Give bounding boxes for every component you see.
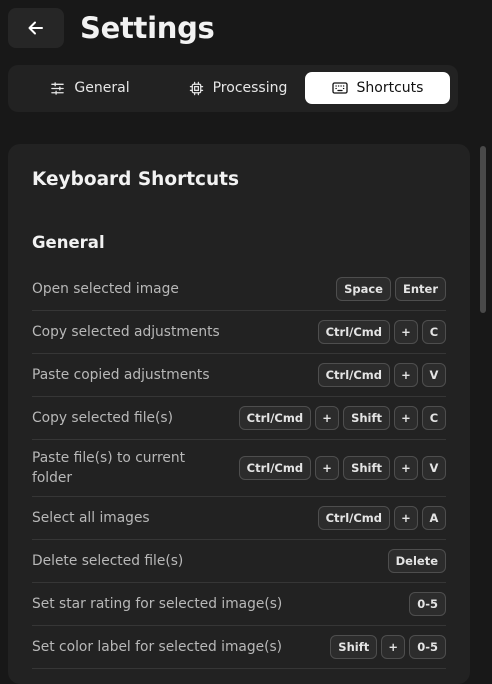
key-badge: C: [422, 406, 446, 430]
sliders-icon: [51, 81, 65, 95]
key-combo: Delete: [387, 549, 446, 573]
key-combo: Shift + 0-5: [330, 635, 446, 659]
shortcut-row: Copy selected file(s) Ctrl/Cmd + Shift +…: [32, 397, 446, 440]
shortcut-row: Open selected image Space Enter: [32, 268, 446, 311]
tab-general-label: General: [74, 80, 130, 96]
key-plus: +: [394, 456, 418, 480]
key-combo: Ctrl/Cmd + Shift + V: [238, 456, 446, 480]
shortcut-row: Paste file(s) to current folder Ctrl/Cmd…: [32, 440, 446, 497]
key-badge: Shift: [343, 406, 390, 430]
shortcut-label: Select all images: [32, 510, 150, 526]
shortcut-label: Copy selected adjustments: [32, 324, 220, 340]
key-combo: 0-5: [409, 592, 446, 616]
shortcut-row: Delete selected file(s) Delete: [32, 540, 446, 583]
shortcut-row: Paste copied adjustments Ctrl/Cmd + V: [32, 354, 446, 397]
keyboard-icon: [331, 82, 348, 94]
key-badge: Ctrl/Cmd: [317, 363, 390, 387]
tab-processing-label: Processing: [212, 80, 288, 96]
scrollbar-thumb[interactable]: [480, 146, 486, 313]
header: Settings: [8, 8, 215, 48]
key-plus: +: [394, 506, 418, 530]
key-plus: +: [381, 635, 406, 659]
key-badge: Delete: [387, 549, 446, 573]
key-badge: Ctrl/Cmd: [238, 456, 312, 480]
key-plus: +: [315, 406, 340, 430]
shortcut-row: Select all images Ctrl/Cmd + A: [32, 497, 446, 540]
cpu-icon: [189, 81, 203, 95]
page-title: Settings: [80, 11, 215, 45]
tab-processing[interactable]: Processing: [165, 72, 311, 104]
key-badge: Enter: [394, 277, 446, 301]
key-combo: Ctrl/Cmd + V: [317, 363, 446, 387]
shortcut-label: Copy selected file(s): [32, 410, 173, 426]
key-combo: Space Enter: [336, 277, 446, 301]
section-title: General: [32, 233, 105, 252]
shortcut-label: Paste copied adjustments: [32, 367, 210, 383]
arrow-left-icon: [28, 21, 43, 35]
tab-shortcuts-label: Shortcuts: [356, 80, 424, 96]
key-badge: V: [422, 456, 446, 480]
settings-tabs: General Processing Shortcuts: [8, 65, 458, 112]
key-plus: +: [394, 406, 418, 430]
key-badge: Shift: [343, 456, 390, 480]
key-combo: Ctrl/Cmd + Shift + C: [238, 406, 446, 430]
key-badge: Ctrl/Cmd: [317, 506, 390, 530]
key-badge: Shift: [330, 635, 378, 659]
shortcut-row: Copy selected adjustments Ctrl/Cmd + C: [32, 311, 446, 354]
key-badge: Ctrl/Cmd: [238, 406, 312, 430]
tab-shortcuts[interactable]: Shortcuts: [305, 72, 450, 104]
key-badge: V: [422, 363, 446, 387]
key-badge: Ctrl/Cmd: [317, 320, 390, 344]
shortcut-row: Set color label for selected image(s) Sh…: [32, 626, 446, 669]
shortcuts-panel: Keyboard Shortcuts General Open selected…: [8, 144, 470, 684]
key-badge: 0-5: [409, 635, 446, 659]
key-plus: +: [315, 456, 340, 480]
shortcut-list: Open selected image Space Enter Copy sel…: [32, 268, 446, 669]
shortcut-label: Delete selected file(s): [32, 553, 184, 569]
key-plus: +: [394, 320, 418, 344]
shortcut-label: Open selected image: [32, 281, 179, 297]
key-badge: A: [422, 506, 446, 530]
back-button[interactable]: [8, 8, 64, 48]
shortcut-label: Set color label for selected image(s): [32, 639, 283, 655]
tab-general[interactable]: General: [16, 72, 164, 104]
key-combo: Ctrl/Cmd + A: [317, 506, 446, 530]
key-combo: Ctrl/Cmd + C: [317, 320, 446, 344]
key-badge: Space: [336, 277, 391, 301]
shortcut-row: Set star rating for selected image(s) 0-…: [32, 583, 446, 626]
panel-title: Keyboard Shortcuts: [32, 169, 240, 190]
key-badge: 0-5: [409, 592, 446, 616]
key-badge: C: [422, 320, 446, 344]
shortcut-label: Set star rating for selected image(s): [32, 596, 283, 612]
shortcut-label: Paste file(s) to current folder: [32, 450, 185, 486]
key-plus: +: [394, 363, 418, 387]
